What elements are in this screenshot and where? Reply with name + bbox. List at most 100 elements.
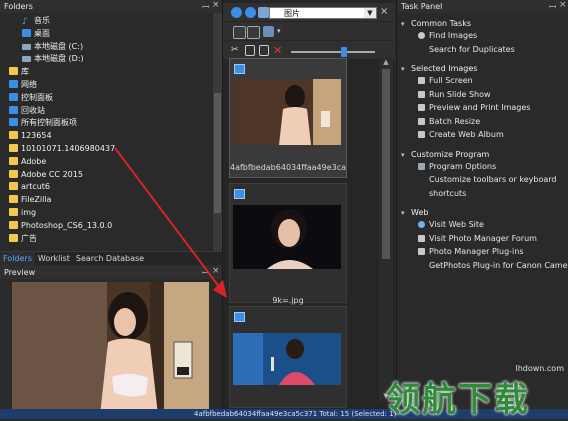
fullscreen-icon xyxy=(418,77,425,84)
folder-icon xyxy=(9,220,18,229)
plugin-icon xyxy=(418,248,425,255)
control-panel-icon xyxy=(9,118,18,127)
task-item-label: shortcuts xyxy=(429,188,467,198)
delete-icon[interactable]: ✕ xyxy=(273,45,284,56)
resize-icon xyxy=(418,117,425,125)
folder-tree-label: FileZilla xyxy=(21,195,52,205)
copy-icon[interactable] xyxy=(245,45,255,56)
folder-tree-item[interactable]: 桌面 xyxy=(0,28,222,41)
chevron-down-icon[interactable]: ▾ xyxy=(401,63,405,75)
folder-icon xyxy=(9,195,18,204)
close-icon[interactable]: × xyxy=(212,0,220,10)
pin-icon[interactable]: ꟷ xyxy=(202,0,209,13)
task-item[interactable]: Visit Web Site xyxy=(401,219,567,230)
folder-tree-item[interactable]: 回收站 xyxy=(0,105,222,118)
pin-icon[interactable]: ꟷ xyxy=(549,0,556,13)
task-item[interactable]: Find Images xyxy=(401,30,567,41)
forward-icon[interactable] xyxy=(245,7,256,18)
watermark: lhdown.com 领航下载 xyxy=(378,356,568,420)
chevron-down-icon[interactable]: ▼ xyxy=(364,8,376,18)
task-item[interactable]: Program Options xyxy=(401,161,567,172)
zoom-slider[interactable] xyxy=(291,51,375,53)
folder-tree-label: 桌面 xyxy=(34,28,50,38)
task-item[interactable]: Photo Manager Plug-ins xyxy=(401,246,567,257)
up-folder-icon[interactable] xyxy=(258,7,269,18)
desktop-icon xyxy=(22,28,31,37)
grid-view-icon[interactable] xyxy=(233,26,246,39)
task-item[interactable]: Run Slide Show xyxy=(401,89,567,100)
task-item[interactable]: shortcuts xyxy=(401,188,567,199)
library-icon xyxy=(9,67,18,76)
task-item-label: Photo Manager Plug-ins xyxy=(429,247,524,256)
forum-icon xyxy=(418,234,425,242)
folder-tree-item[interactable]: 控制面板 xyxy=(0,92,222,105)
folder-tree-label: 123654 xyxy=(21,131,52,141)
zoom-slider-handle[interactable] xyxy=(341,47,347,57)
back-icon[interactable] xyxy=(231,7,242,18)
task-section-header[interactable]: ▾ Customize Program xyxy=(401,149,567,161)
task-item-label: GetPhotos Plug-in for Canon Cameras xyxy=(429,260,568,270)
thumbnail-image xyxy=(233,333,341,385)
view-toolbar: ▾ xyxy=(223,22,395,40)
folder-tree-label: 所有控制面板项 xyxy=(21,118,77,128)
task-item[interactable]: Full Screen xyxy=(401,75,567,86)
folder-tree-item[interactable]: ♪ 音乐 xyxy=(0,15,222,28)
tab-folders[interactable]: Folders xyxy=(0,252,35,265)
folder-tree-item[interactable]: 网络 xyxy=(0,79,222,92)
details-view-icon[interactable] xyxy=(247,26,260,39)
scrollbar-thumb[interactable] xyxy=(382,69,390,259)
task-item-label: Full Screen xyxy=(429,76,473,85)
folder-tree-label: 10101071.1406980437 xyxy=(21,143,116,153)
task-item-label: Preview and Print Images xyxy=(429,103,531,112)
task-item-label: Find Images xyxy=(429,31,478,40)
task-item[interactable]: Customize toolbars or keyboard xyxy=(401,174,567,185)
task-item-label: Program Options xyxy=(429,161,497,171)
task-section-header[interactable]: ▾ Common Tasks xyxy=(401,18,567,30)
folder-tree-label: 库 xyxy=(21,67,29,77)
task-section-header[interactable]: ▾ Web xyxy=(401,207,567,219)
chevron-down-icon[interactable]: ▾ xyxy=(401,149,405,161)
tab-worklist[interactable]: Worklist xyxy=(35,252,73,265)
folder-tree-item[interactable]: 本地磁盘 (D:) xyxy=(0,53,222,66)
task-item-label: Search for Duplicates xyxy=(429,44,515,54)
close-icon[interactable]: × xyxy=(559,0,567,10)
task-section-header[interactable]: ▾ Selected Images xyxy=(401,63,567,75)
task-item[interactable]: Batch Resize xyxy=(401,116,567,127)
folder-icon xyxy=(9,207,18,216)
chevron-down-icon[interactable]: ▾ xyxy=(401,207,405,219)
chevron-down-icon[interactable]: ▾ xyxy=(277,26,288,37)
sort-icon[interactable] xyxy=(263,26,274,37)
folder-tree-label: 音乐 xyxy=(34,16,50,25)
network-icon xyxy=(9,79,18,88)
task-list: ▾ Common Tasks Find Images Search for Dupli… xyxy=(401,18,568,273)
folder-tree-label: 本地磁盘 (C:) xyxy=(34,41,84,51)
thumbnail-item[interactable]: 4afbfbedab64034ffaa49e3ca... xyxy=(229,58,347,178)
close-icon[interactable]: × xyxy=(380,6,391,17)
chevron-down-icon[interactable]: ▾ xyxy=(401,18,405,30)
task-item[interactable]: GetPhotos Plug-in for Canon Cameras xyxy=(401,260,568,271)
task-item-label: Create Web Album xyxy=(429,130,504,139)
folder-tree-label: 回收站 xyxy=(21,105,45,115)
cut-icon[interactable]: ✂ xyxy=(231,45,242,56)
recycle-bin-icon xyxy=(9,105,18,114)
watermark-brand: 领航下载 xyxy=(386,380,530,420)
web-album-icon xyxy=(418,131,425,138)
task-item-label: Run Slide Show xyxy=(429,89,491,99)
thumbnail-item[interactable] xyxy=(229,306,347,408)
task-item[interactable]: Search for Duplicates xyxy=(401,44,567,55)
folder-tree-item[interactable]: 库 xyxy=(0,66,222,79)
task-item[interactable]: Create Web Album xyxy=(401,129,567,140)
paste-icon[interactable] xyxy=(259,45,269,56)
image-file-icon xyxy=(234,189,245,199)
scroll-up-icon[interactable]: ▲ xyxy=(381,58,391,67)
thumbnail-item[interactable]: 9k=.jpg xyxy=(229,183,347,305)
location-combo[interactable]: 图片 ▼ xyxy=(269,7,377,19)
disk-icon xyxy=(22,43,31,50)
folder-tree-item[interactable]: 所有控制面板项 xyxy=(0,117,222,130)
task-item[interactable]: Preview and Print Images xyxy=(401,102,567,113)
folder-tree-item[interactable]: 本地磁盘 (C:) xyxy=(0,41,222,54)
task-section-title: Selected Images xyxy=(411,64,478,73)
folder-tree-label: Adobe CC 2015 xyxy=(21,169,83,179)
thumbnail-scrollbar[interactable]: ▲ ▼ xyxy=(379,57,393,402)
task-item[interactable]: Visit Photo Manager Forum xyxy=(401,233,567,244)
